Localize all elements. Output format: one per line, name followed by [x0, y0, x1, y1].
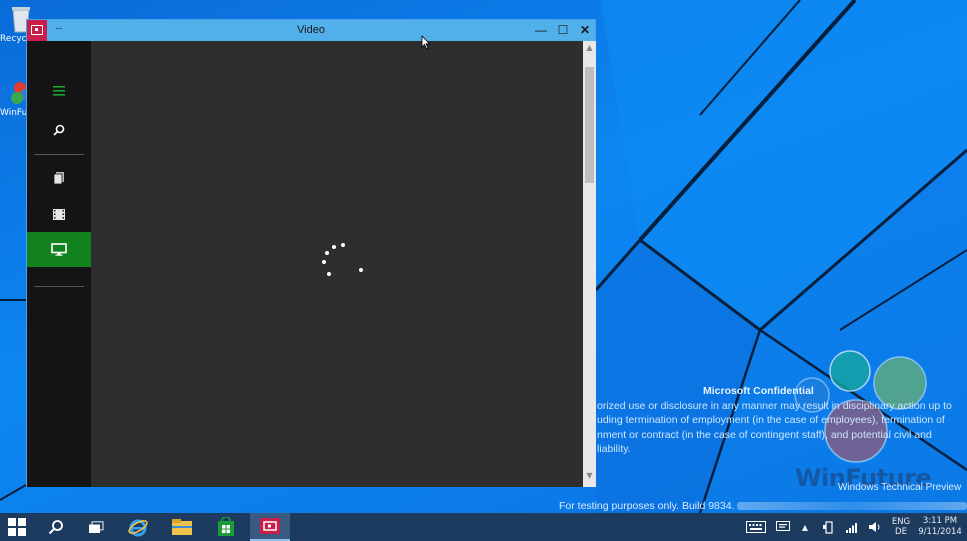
windows-preview-text: Windows Technical Preview — [838, 482, 962, 493]
search-icon — [48, 520, 63, 535]
clock-date: 9/11/2014 — [918, 527, 962, 537]
scroll-down-arrow-icon[interactable]: ▼ — [583, 471, 596, 483]
film-icon — [53, 208, 65, 220]
mouse-pointer-icon — [421, 35, 431, 49]
rail-item-collection[interactable] — [27, 161, 91, 195]
internet-explorer-button[interactable] — [118, 513, 158, 541]
internet-explorer-icon — [128, 519, 148, 537]
device-icon-button[interactable] — [820, 513, 838, 541]
keyboard-layout-code: DE — [895, 527, 907, 537]
volume-button[interactable] — [866, 513, 884, 541]
windows-start-icon — [8, 518, 26, 536]
rail-divider — [34, 286, 84, 287]
action-center-button[interactable] — [773, 513, 793, 541]
device-icon — [823, 520, 833, 534]
file-explorer-button[interactable] — [162, 513, 202, 541]
rail-item-search[interactable] — [27, 113, 91, 147]
collection-icon — [53, 171, 64, 184]
maximize-button[interactable]: ☐ — [552, 20, 574, 41]
rail-item-menu[interactable] — [27, 74, 91, 108]
title-bar[interactable]: ··· Video — ☐ ✕ — [27, 20, 595, 41]
task-view-icon — [89, 520, 104, 533]
loading-spinner-icon — [322, 243, 363, 276]
hamburger-menu-icon — [53, 86, 65, 96]
confidential-title: Microsoft Confidential — [703, 385, 814, 397]
build-text: For testing purposes only. Build 9834. — [559, 500, 735, 512]
confidential-line: uding termination of employment (in the … — [597, 414, 945, 426]
desktop-icon-label: Recyc — [0, 34, 27, 44]
taskbar-search-button[interactable] — [36, 513, 76, 541]
rail-item-movies[interactable] — [27, 197, 91, 231]
show-hidden-icons-button[interactable]: ▲ — [798, 513, 812, 541]
build-number-blur — [736, 502, 967, 511]
confidential-line: nment or contract (in the case of contin… — [597, 428, 932, 441]
clock-button[interactable]: 3:11 PM 9/11/2014 — [916, 513, 964, 541]
search-icon — [53, 124, 65, 136]
rail-item-tv[interactable] — [27, 232, 91, 267]
clock-time: 3:11 PM — [922, 516, 958, 526]
network-signal-icon — [846, 522, 857, 533]
video-app-window: ··· Video — ☐ ✕ ▲ ▼ — [26, 19, 596, 487]
navigation-rail — [27, 41, 91, 487]
speaker-icon — [869, 522, 880, 532]
store-icon — [218, 517, 234, 536]
window-title: Video — [297, 24, 325, 36]
file-explorer-icon — [172, 519, 192, 535]
task-view-button[interactable] — [76, 513, 116, 541]
touch-keyboard-button[interactable] — [744, 513, 768, 541]
input-language-button[interactable]: ENG DE — [888, 513, 914, 541]
scroll-thumb[interactable] — [585, 67, 594, 183]
language-code: ENG — [891, 517, 911, 527]
close-button[interactable]: ✕ — [574, 20, 596, 41]
video-taskbar-button[interactable] — [250, 513, 290, 541]
desktop-icon-label: WinFu — [0, 108, 28, 118]
confidential-line: orized use or disclosure in any manner m… — [597, 399, 952, 412]
tv-monitor-icon — [51, 243, 67, 256]
content-area — [91, 41, 583, 487]
taskbar: ▲ ENG DE 3:11 PM 9/11/2014 — [0, 513, 967, 541]
scroll-up-arrow-icon[interactable]: ▲ — [583, 43, 596, 55]
build-info: For testing purposes only. Build 9834. — [559, 500, 967, 512]
confidential-line: liability. — [597, 443, 631, 455]
store-button[interactable] — [206, 513, 246, 541]
vertical-scrollbar[interactable]: ▲ ▼ — [583, 41, 596, 487]
minimize-button[interactable]: — — [530, 20, 552, 41]
video-app-icon — [260, 518, 280, 534]
start-button[interactable] — [0, 513, 34, 541]
keyboard-icon — [746, 521, 766, 533]
confidential-notice: Microsoft Confidential orized use or dis… — [597, 384, 967, 457]
rail-divider — [34, 154, 84, 155]
notification-icon — [776, 521, 790, 531]
network-button[interactable] — [843, 513, 861, 541]
